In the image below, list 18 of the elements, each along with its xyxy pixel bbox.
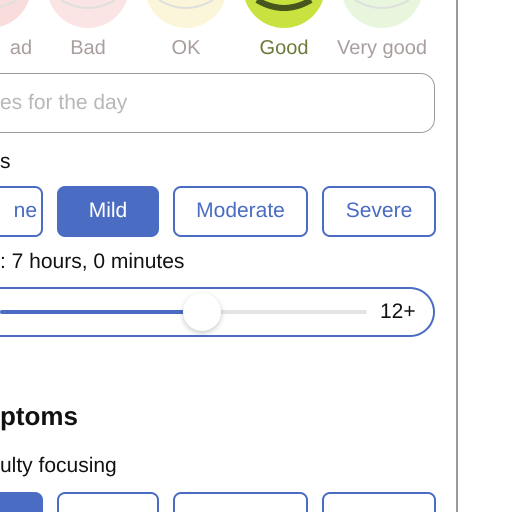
notes-field[interactable]: es for the day — [0, 73, 435, 133]
sleep-duration-label: : 7 hours, 0 minutes — [0, 248, 184, 275]
mood-label: Very good — [336, 36, 428, 60]
sleep-slider[interactable] — [0, 292, 367, 332]
severity-label: s — [0, 148, 10, 175]
mood-label: Bad — [70, 36, 106, 60]
mood-label: Good — [260, 36, 308, 60]
mood-face-icon[interactable] — [243, 0, 325, 28]
slider-thumb[interactable] — [182, 292, 221, 331]
severity-option[interactable]: ne — [0, 186, 43, 237]
severity-option[interactable]: Moderate — [173, 186, 308, 237]
symptom-label: ulty focusing — [0, 453, 117, 479]
slider-max-label: 12+ — [380, 300, 416, 324]
mood-label: ad — [10, 36, 32, 60]
mood-label: OK — [172, 36, 200, 60]
section-heading: ptoms — [0, 401, 78, 431]
severity-option[interactable]: Severe — [322, 186, 436, 237]
severity-option[interactable]: Mild — [57, 186, 159, 237]
